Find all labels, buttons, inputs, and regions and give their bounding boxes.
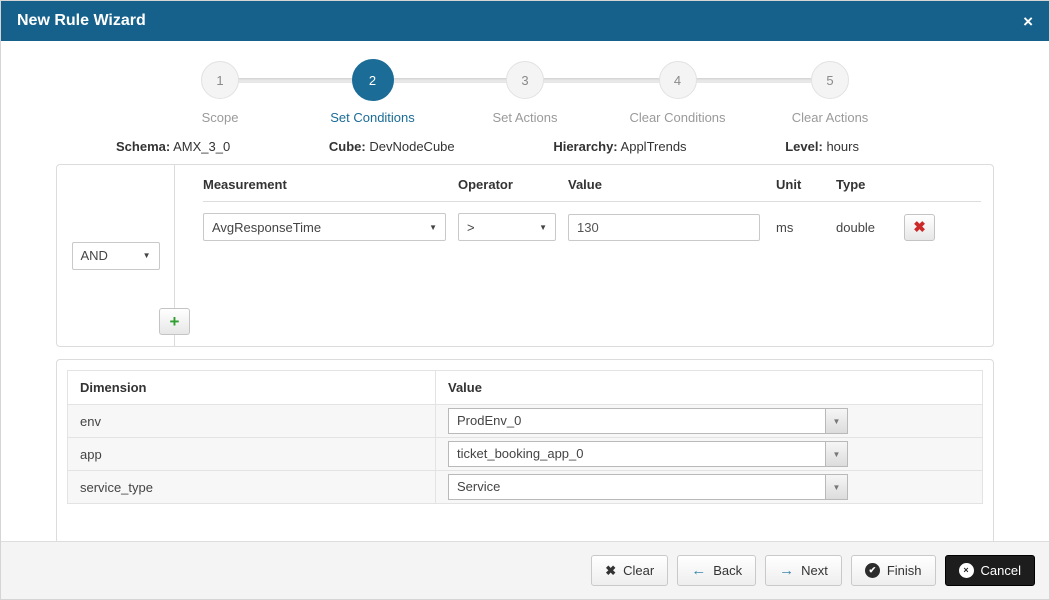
context-hierarchy: Hierarchy: ApplTrends (553, 139, 686, 154)
service-type-value-combobox[interactable]: Service ▼ (448, 474, 848, 500)
dimension-value-column-header: Value (435, 370, 983, 405)
operator-column-header: Operator (458, 177, 513, 192)
step-circle-1[interactable]: 1 (201, 61, 239, 99)
measurement-select[interactable]: AvgResponseTime ▼ (203, 213, 446, 241)
hierarchy-value: ApplTrends (620, 139, 687, 154)
context-level: Level: hours (785, 139, 859, 154)
cube-value: DevNodeCube (369, 139, 455, 154)
operator-selected-value: > (467, 219, 475, 235)
conditions-area: Measurement Operator Value Unit Type Avg… (159, 165, 993, 346)
level-label: Level: (785, 139, 823, 154)
arrow-right-icon: → (779, 562, 795, 579)
step-label-scope: Scope (201, 110, 239, 125)
modal-header: New Rule Wizard × (1, 1, 1049, 41)
operator-select[interactable]: > ▼ (458, 213, 556, 241)
back-button[interactable]: ← Back (677, 555, 757, 586)
hierarchy-label: Hierarchy: (553, 139, 618, 154)
step-set-conditions[interactable]: 2 Set Conditions (308, 59, 438, 125)
step-label-clear-actions: Clear Actions (791, 110, 869, 125)
finish-button[interactable]: ✔ Finish (850, 555, 936, 586)
dimensions-panel: Dimension Value env ProdEnv_0 ▼ app tick… (56, 359, 994, 544)
dimensions-table: Dimension Value env ProdEnv_0 ▼ app tick… (67, 370, 983, 504)
condition-type: double (836, 219, 876, 235)
next-button-label: Next (801, 563, 828, 578)
chevron-down-icon: ▼ (429, 222, 437, 232)
step-circle-2[interactable]: 2 (351, 59, 394, 101)
value-column-header: Value (568, 177, 602, 192)
finish-check-icon: ✔ (864, 563, 880, 578)
measurement-selected-value: AvgResponseTime (212, 219, 322, 235)
condition-value-input[interactable] (568, 213, 760, 241)
modal-footer: ✖ Clear ← Back → Next ✔ Finish × Cancel (1, 541, 1049, 599)
dimension-column-header: Dimension (67, 370, 436, 405)
measurement-column-header: Measurement (203, 177, 287, 192)
cancel-x-icon: × (958, 563, 974, 578)
cancel-button-label: Cancel (980, 563, 1021, 578)
logic-operator-select[interactable]: AND ▼ (71, 241, 160, 270)
clear-icon: ✖ (605, 562, 617, 578)
clear-button[interactable]: ✖ Clear (591, 555, 669, 586)
step-label-set-conditions: Set Conditions (330, 110, 415, 125)
next-button[interactable]: → Next (765, 555, 842, 586)
back-button-label: Back (713, 563, 743, 578)
table-row: app ticket_booking_app_0 ▼ (67, 437, 983, 471)
table-row: env ProdEnv_0 ▼ (67, 404, 983, 438)
conditions-panel: AND ▼ Measurement Operator Value Unit Ty… (56, 164, 994, 347)
step-set-actions[interactable]: 3 Set Actions (460, 61, 590, 125)
add-condition-icon[interactable]: + (159, 308, 190, 335)
level-value: hours (826, 139, 859, 154)
wizard-stepper: 1 Scope 2 Set Conditions 3 Set Actions 4… (155, 59, 895, 125)
env-value-combobox[interactable]: ProdEnv_0 ▼ (448, 408, 848, 434)
unit-column-header: Unit (776, 177, 802, 192)
chevron-down-icon[interactable]: ▼ (825, 442, 847, 466)
chevron-down-icon: ▼ (142, 251, 151, 260)
logic-operator-column: AND ▼ (57, 165, 175, 346)
step-clear-actions[interactable]: 5 Clear Actions (765, 61, 895, 125)
context-bar: Schema: AMX_3_0 Cube: DevNodeCube Hierar… (116, 139, 859, 154)
type-column-header: Type (836, 177, 866, 192)
condition-row: AvgResponseTime ▼ > ▼ ms double ✖ (203, 213, 981, 241)
finish-button-label: Finish (886, 563, 922, 578)
app-value-combobox[interactable]: ticket_booking_app_0 ▼ (448, 441, 848, 467)
step-label-clear-conditions: Clear Conditions (629, 110, 726, 125)
service-type-selected-value: Service (457, 479, 501, 494)
clear-button-label: Clear (623, 563, 655, 578)
dimension-name-env: env (67, 404, 436, 438)
context-schema: Schema: AMX_3_0 (116, 139, 230, 154)
conditions-header-row: Measurement Operator Value Unit Type (203, 177, 981, 202)
step-label-set-actions: Set Actions (492, 110, 558, 125)
condition-unit: ms (776, 219, 794, 235)
step-circle-5[interactable]: 5 (811, 61, 849, 99)
table-row: service_type Service ▼ (67, 470, 983, 504)
schema-value: AMX_3_0 (173, 139, 231, 154)
step-clear-conditions[interactable]: 4 Clear Conditions (613, 61, 743, 125)
chevron-down-icon[interactable]: ▼ (825, 475, 847, 499)
chevron-down-icon: ▼ (539, 222, 547, 232)
page-title: New Rule Wizard (17, 12, 146, 29)
step-circle-4[interactable]: 4 (658, 61, 697, 99)
cube-label: Cube: (328, 139, 366, 154)
logic-operator-value: AND (80, 248, 108, 263)
delete-condition-icon[interactable]: ✖ (904, 213, 935, 241)
app-selected-value: ticket_booking_app_0 (457, 446, 584, 461)
step-circle-3[interactable]: 3 (506, 61, 544, 99)
close-icon[interactable]: × (1023, 13, 1033, 30)
dimensions-header-row: Dimension Value (67, 370, 983, 405)
env-selected-value: ProdEnv_0 (457, 413, 522, 428)
context-cube: Cube: DevNodeCube (329, 139, 455, 154)
step-scope[interactable]: 1 Scope (155, 61, 285, 125)
cancel-button[interactable]: × Cancel (944, 555, 1035, 586)
schema-label: Schema: (116, 139, 171, 154)
dimension-name-service-type: service_type (67, 470, 436, 504)
chevron-down-icon[interactable]: ▼ (825, 409, 847, 433)
dimension-name-app: app (67, 437, 436, 471)
arrow-left-icon: ← (691, 562, 707, 579)
